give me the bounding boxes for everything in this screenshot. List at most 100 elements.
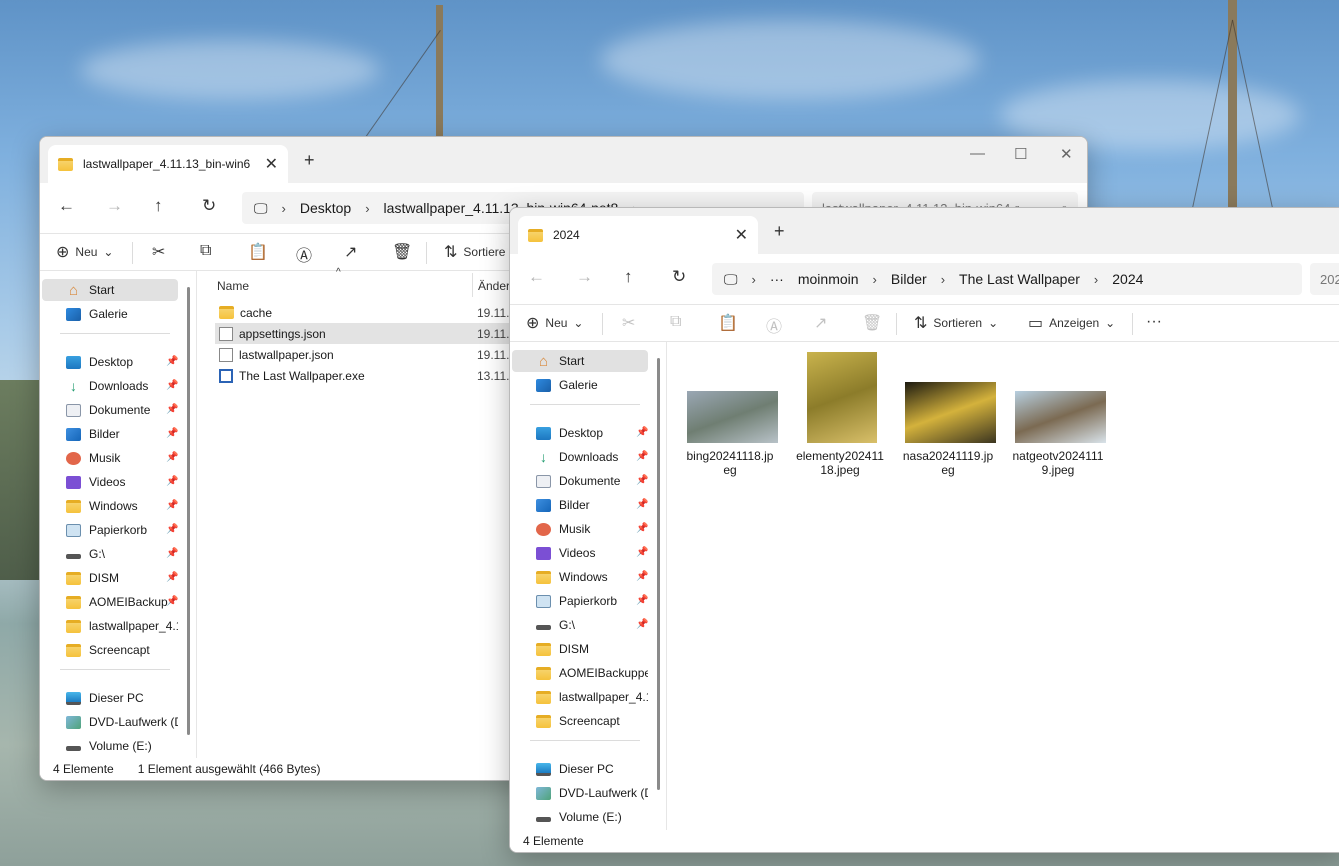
new-button[interactable]: ⊕ Neu ⌄: [56, 242, 113, 262]
new-tab-button[interactable]: +: [304, 150, 315, 171]
back-icon[interactable]: ←: [58, 196, 75, 216]
thumbnail-item[interactable]: elementy20241118.jpeg: [794, 352, 890, 477]
sidebar-item-windows[interactable]: Windows: [42, 495, 178, 517]
sidebar-item-windows[interactable]: Windows: [512, 566, 648, 588]
pin-icon: 📌: [166, 596, 179, 607]
breadcrumb-desktop[interactable]: Desktop: [300, 200, 351, 216]
maximize-icon[interactable]: ☐: [1014, 145, 1027, 163]
sidebar-scrollbar[interactable]: [657, 358, 660, 790]
sidebar-item-start[interactable]: ⌂ Start: [512, 350, 648, 372]
sidebar-item-aomeibackup[interactable]: AOMEIBackup: [42, 591, 178, 613]
sidebar-item-label: DVD-Laufwerk (D: [89, 715, 178, 729]
sort-button[interactable]: ⇅ Sortiere: [444, 242, 505, 262]
share-button[interactable]: ↗: [814, 313, 827, 333]
close-window-icon[interactable]: ✕: [1060, 145, 1073, 163]
sidebar-item-papierkorb[interactable]: Papierkorb: [42, 519, 178, 541]
share-button[interactable]: ↗: [344, 242, 357, 262]
breadcrumb-user[interactable]: moinmoin: [798, 271, 859, 287]
search-placeholder: 202: [1320, 271, 1339, 287]
sidebar-item-dieser-pc[interactable]: Dieser PC: [512, 758, 648, 780]
file-row[interactable]: The Last Wallpaper.exe 13.11.: [215, 365, 545, 386]
sidebar-item-screencapt[interactable]: Screencapt: [42, 639, 178, 661]
delete-button[interactable]: 🗑: [392, 242, 412, 262]
sidebar-item-dvd-laufwerk-d[interactable]: DVD-Laufwerk (D:: [512, 782, 648, 804]
address-row: ← → ↑ ↻ 🖵 › ··· moinmoin › Bilder › The …: [510, 254, 1339, 304]
breadcrumb-lastwallpaper[interactable]: The Last Wallpaper: [959, 271, 1080, 287]
sidebar-item-dism[interactable]: DISM: [42, 567, 178, 589]
sidebar-item-screencapt[interactable]: Screencapt: [512, 710, 648, 732]
sidebar-item-dism[interactable]: DISM: [512, 638, 648, 660]
forward-icon[interactable]: →: [576, 267, 593, 287]
refresh-icon[interactable]: ↻: [672, 267, 686, 287]
search-input[interactable]: 202: [1310, 263, 1339, 295]
sidebar-item-label: Windows: [89, 499, 138, 513]
sidebar-item-dvd-laufwerk-d[interactable]: DVD-Laufwerk (D: [42, 711, 178, 733]
tab-2024[interactable]: 2024 ✕: [518, 216, 758, 254]
sidebar-item-papierkorb[interactable]: Papierkorb: [512, 590, 648, 612]
new-button[interactable]: ⊕ Neu ⌄: [526, 313, 583, 333]
breadcrumb-2024[interactable]: 2024: [1112, 271, 1143, 287]
sidebar-item-g[interactable]: G:\: [512, 614, 648, 636]
minimize-icon[interactable]: —: [970, 145, 985, 162]
file-row[interactable]: cache 19.11.: [215, 302, 545, 323]
back-icon[interactable]: ←: [528, 267, 545, 287]
sidebar-item-g[interactable]: G:\: [42, 543, 178, 565]
tab-lastwallpaper[interactable]: lastwallpaper_4.11.13_bin-win6 ✕: [48, 145, 288, 183]
forward-icon[interactable]: →: [106, 196, 123, 216]
sidebar-item-videos[interactable]: Videos: [512, 542, 648, 564]
sidebar-item-musik[interactable]: Musik: [42, 447, 178, 469]
thumbnail-item[interactable]: nasa20241119.jpeg: [902, 382, 998, 477]
file-row[interactable]: lastwallpaper.json 19.11.: [215, 344, 545, 365]
up-icon[interactable]: ↑: [624, 267, 633, 287]
delete-button[interactable]: 🗑: [862, 313, 882, 333]
rename-button[interactable]: Ⓐ: [766, 313, 782, 337]
close-tab-icon[interactable]: ✕: [735, 225, 748, 245]
column-header-name[interactable]: Name: [217, 279, 249, 293]
sidebar-item-desktop[interactable]: Desktop: [42, 351, 178, 373]
sidebar-item-downloads[interactable]: ↓ Downloads: [512, 446, 648, 468]
sidebar-item-musik[interactable]: Musik: [512, 518, 648, 540]
sidebar-item-lastwallpaper-4-11[interactable]: lastwallpaper_4.11: [42, 615, 178, 637]
more-options-button[interactable]: ···: [1146, 313, 1162, 331]
sort-icon: ⇅: [444, 244, 458, 261]
close-tab-icon[interactable]: ✕: [265, 154, 278, 174]
sidebar-item-desktop[interactable]: Desktop: [512, 422, 648, 444]
sidebar-item-bilder[interactable]: Bilder: [512, 494, 648, 516]
breadcrumb-overflow[interactable]: ···: [770, 271, 784, 287]
copy-button[interactable]: ⧉: [670, 313, 681, 331]
paste-button[interactable]: 📋: [248, 242, 268, 262]
cut-button[interactable]: ✂: [622, 313, 635, 333]
view-button[interactable]: ▭ Anzeigen ⌄: [1028, 313, 1115, 333]
sort-button[interactable]: ⇅ Sortieren ⌄: [914, 313, 998, 333]
sidebar-item-downloads[interactable]: ↓ Downloads: [42, 375, 178, 397]
refresh-icon[interactable]: ↻: [202, 196, 216, 216]
copy-button[interactable]: ⧉: [200, 242, 211, 260]
rename-button[interactable]: Ⓐ: [296, 242, 312, 266]
cut-button[interactable]: ✂: [152, 242, 165, 262]
sidebar-item-bilder[interactable]: Bilder: [42, 423, 178, 445]
sidebar-item-dokumente[interactable]: Dokumente: [42, 399, 178, 421]
thumbnail-item[interactable]: natgeotv20241119.jpeg: [1012, 391, 1108, 477]
sidebar-item-dieser-pc[interactable]: Dieser PC: [42, 687, 178, 709]
plus-circle-icon: ⊕: [56, 244, 70, 261]
sidebar-scrollbar[interactable]: [187, 287, 190, 735]
sidebar-divider: [530, 404, 640, 405]
sidebar-item-videos[interactable]: Videos: [42, 471, 178, 493]
address-bar[interactable]: 🖵 › ··· moinmoin › Bilder › The Last Wal…: [712, 263, 1302, 295]
sidebar-item-aomeibackupper[interactable]: AOMEIBackupper: [512, 662, 648, 684]
sidebar-item-volume-e[interactable]: Volume (E:): [42, 735, 178, 757]
sidebar-item-start[interactable]: ⌂ Start: [42, 279, 178, 301]
sidebar-item-dokumente[interactable]: Dokumente: [512, 470, 648, 492]
breadcrumb-pictures[interactable]: Bilder: [891, 271, 927, 287]
sidebar-item-galerie[interactable]: Galerie: [42, 303, 178, 325]
sidebar-item-lastwallpaper-4-11[interactable]: lastwallpaper_4.11: [512, 686, 648, 708]
up-icon[interactable]: ↑: [154, 196, 163, 216]
file-row[interactable]: appsettings.json 19.11.: [215, 323, 545, 344]
sidebar-item-galerie[interactable]: Galerie: [512, 374, 648, 396]
new-tab-button[interactable]: +: [774, 221, 785, 242]
paste-button[interactable]: 📋: [718, 313, 738, 333]
sidebar-item-volume-e[interactable]: Volume (E:): [512, 806, 648, 828]
new-label: Neu: [545, 316, 568, 330]
thumbnail-item[interactable]: bing20241118.jpeg: [684, 391, 780, 477]
column-header-date[interactable]: Änder: [478, 279, 510, 293]
